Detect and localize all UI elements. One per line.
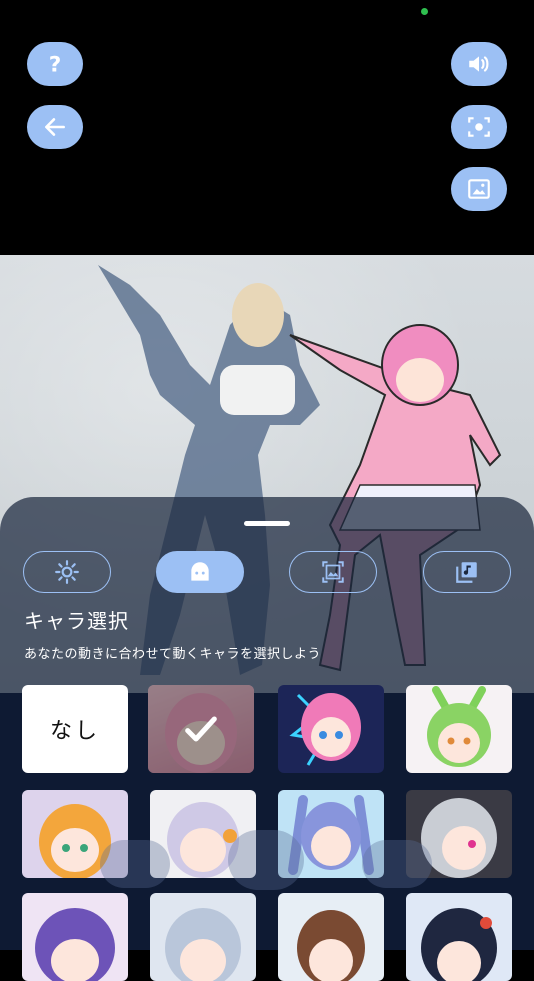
character-portrait — [289, 693, 361, 766]
sheet-drag-handle[interactable] — [244, 521, 290, 526]
svg-text:?: ? — [49, 53, 62, 77]
character-face-icon — [191, 562, 209, 581]
character-portrait — [165, 908, 241, 981]
sound-button[interactable] — [451, 42, 507, 86]
panel-title: キャラ選択 — [24, 609, 129, 633]
character-none[interactable]: なし — [22, 685, 128, 773]
shutter-control-ghost — [100, 840, 170, 888]
volume-icon — [469, 56, 489, 72]
panel-subtitle: あなたの動きに合わせて動くキャラを選択しよう — [24, 647, 322, 662]
character-card[interactable] — [406, 893, 512, 981]
image-icon — [468, 179, 490, 199]
music-library-icon — [456, 562, 477, 583]
character-card[interactable] — [22, 893, 128, 981]
capture-button[interactable] — [451, 105, 507, 149]
question-icon: ? — [49, 53, 62, 77]
camera-focus-icon — [468, 117, 490, 137]
character-card-selected[interactable] — [148, 685, 254, 773]
switch-camera-ghost — [362, 840, 432, 888]
settings-bottom-sheet — [0, 497, 534, 693]
record-control-ghost — [228, 830, 304, 890]
character-portrait — [421, 908, 497, 981]
background-image-button[interactable] — [451, 167, 507, 211]
image-frame-icon — [322, 561, 344, 583]
character-card[interactable] — [278, 685, 384, 773]
character-card[interactable] — [150, 893, 256, 981]
tab-effect[interactable] — [23, 551, 111, 593]
help-button[interactable]: ? — [27, 42, 83, 86]
tab-character[interactable] — [156, 551, 244, 593]
none-label: なし — [49, 719, 100, 744]
back-button[interactable] — [27, 105, 83, 149]
recording-indicator — [421, 8, 428, 15]
selected-overlay — [148, 685, 254, 773]
character-card[interactable] — [406, 685, 512, 773]
checkmark-icon — [185, 716, 217, 742]
tab-background[interactable] — [289, 551, 377, 593]
sun-icon — [55, 560, 79, 584]
tab-music[interactable] — [423, 551, 511, 593]
character-portrait — [297, 910, 365, 981]
character-portrait — [427, 686, 491, 767]
arrow-left-icon — [45, 118, 65, 136]
character-card[interactable] — [278, 893, 384, 981]
character-portrait — [35, 908, 115, 981]
